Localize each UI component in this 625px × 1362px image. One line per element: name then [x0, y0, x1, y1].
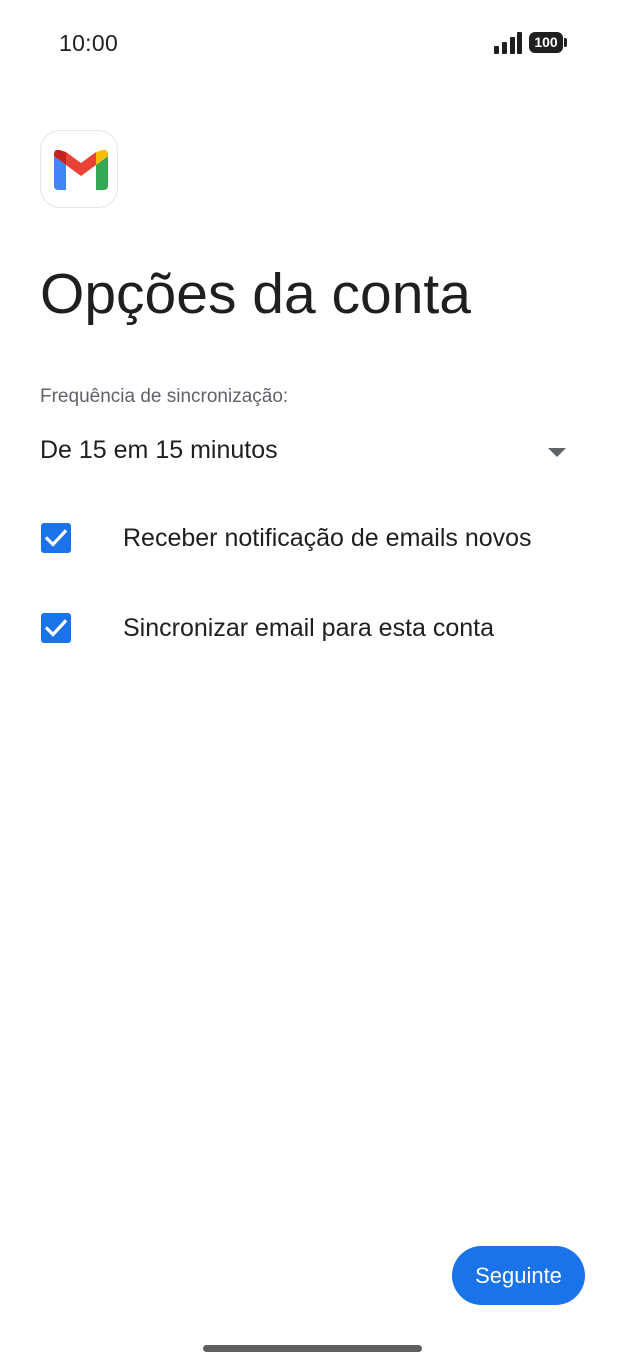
sync-frequency-label: Frequência de sincronização: [40, 386, 289, 407]
signal-icon [494, 32, 522, 54]
sync-frequency-value: De 15 em 15 minutos [40, 436, 278, 464]
gmail-logo-icon [40, 130, 118, 208]
dropdown-arrow-icon [548, 448, 566, 457]
notify-new-emails-checkbox[interactable] [41, 523, 71, 553]
sync-account-label: Sincronizar email para esta conta [123, 614, 495, 642]
notify-new-emails-label: Receber notificação de emails novos [123, 524, 532, 552]
home-indicator[interactable] [203, 1345, 422, 1352]
battery-icon: 100 [529, 32, 563, 53]
battery-tip [564, 38, 567, 47]
status-bar: 10:00 100 [0, 0, 625, 86]
checkmark-icon [45, 619, 67, 637]
status-time: 10:00 [59, 30, 119, 56]
sync-account-checkbox[interactable] [41, 613, 71, 643]
page-title: Opções da conta [40, 262, 471, 326]
notify-new-emails-option[interactable]: Receber notificação de emails novos [40, 508, 585, 568]
checkmark-icon [45, 529, 67, 547]
next-button[interactable]: Seguinte [452, 1246, 585, 1305]
sync-account-option[interactable]: Sincronizar email para esta conta [40, 598, 585, 658]
gmail-m-icon [54, 150, 108, 190]
sync-frequency-dropdown[interactable]: De 15 em 15 minutos [40, 426, 570, 478]
